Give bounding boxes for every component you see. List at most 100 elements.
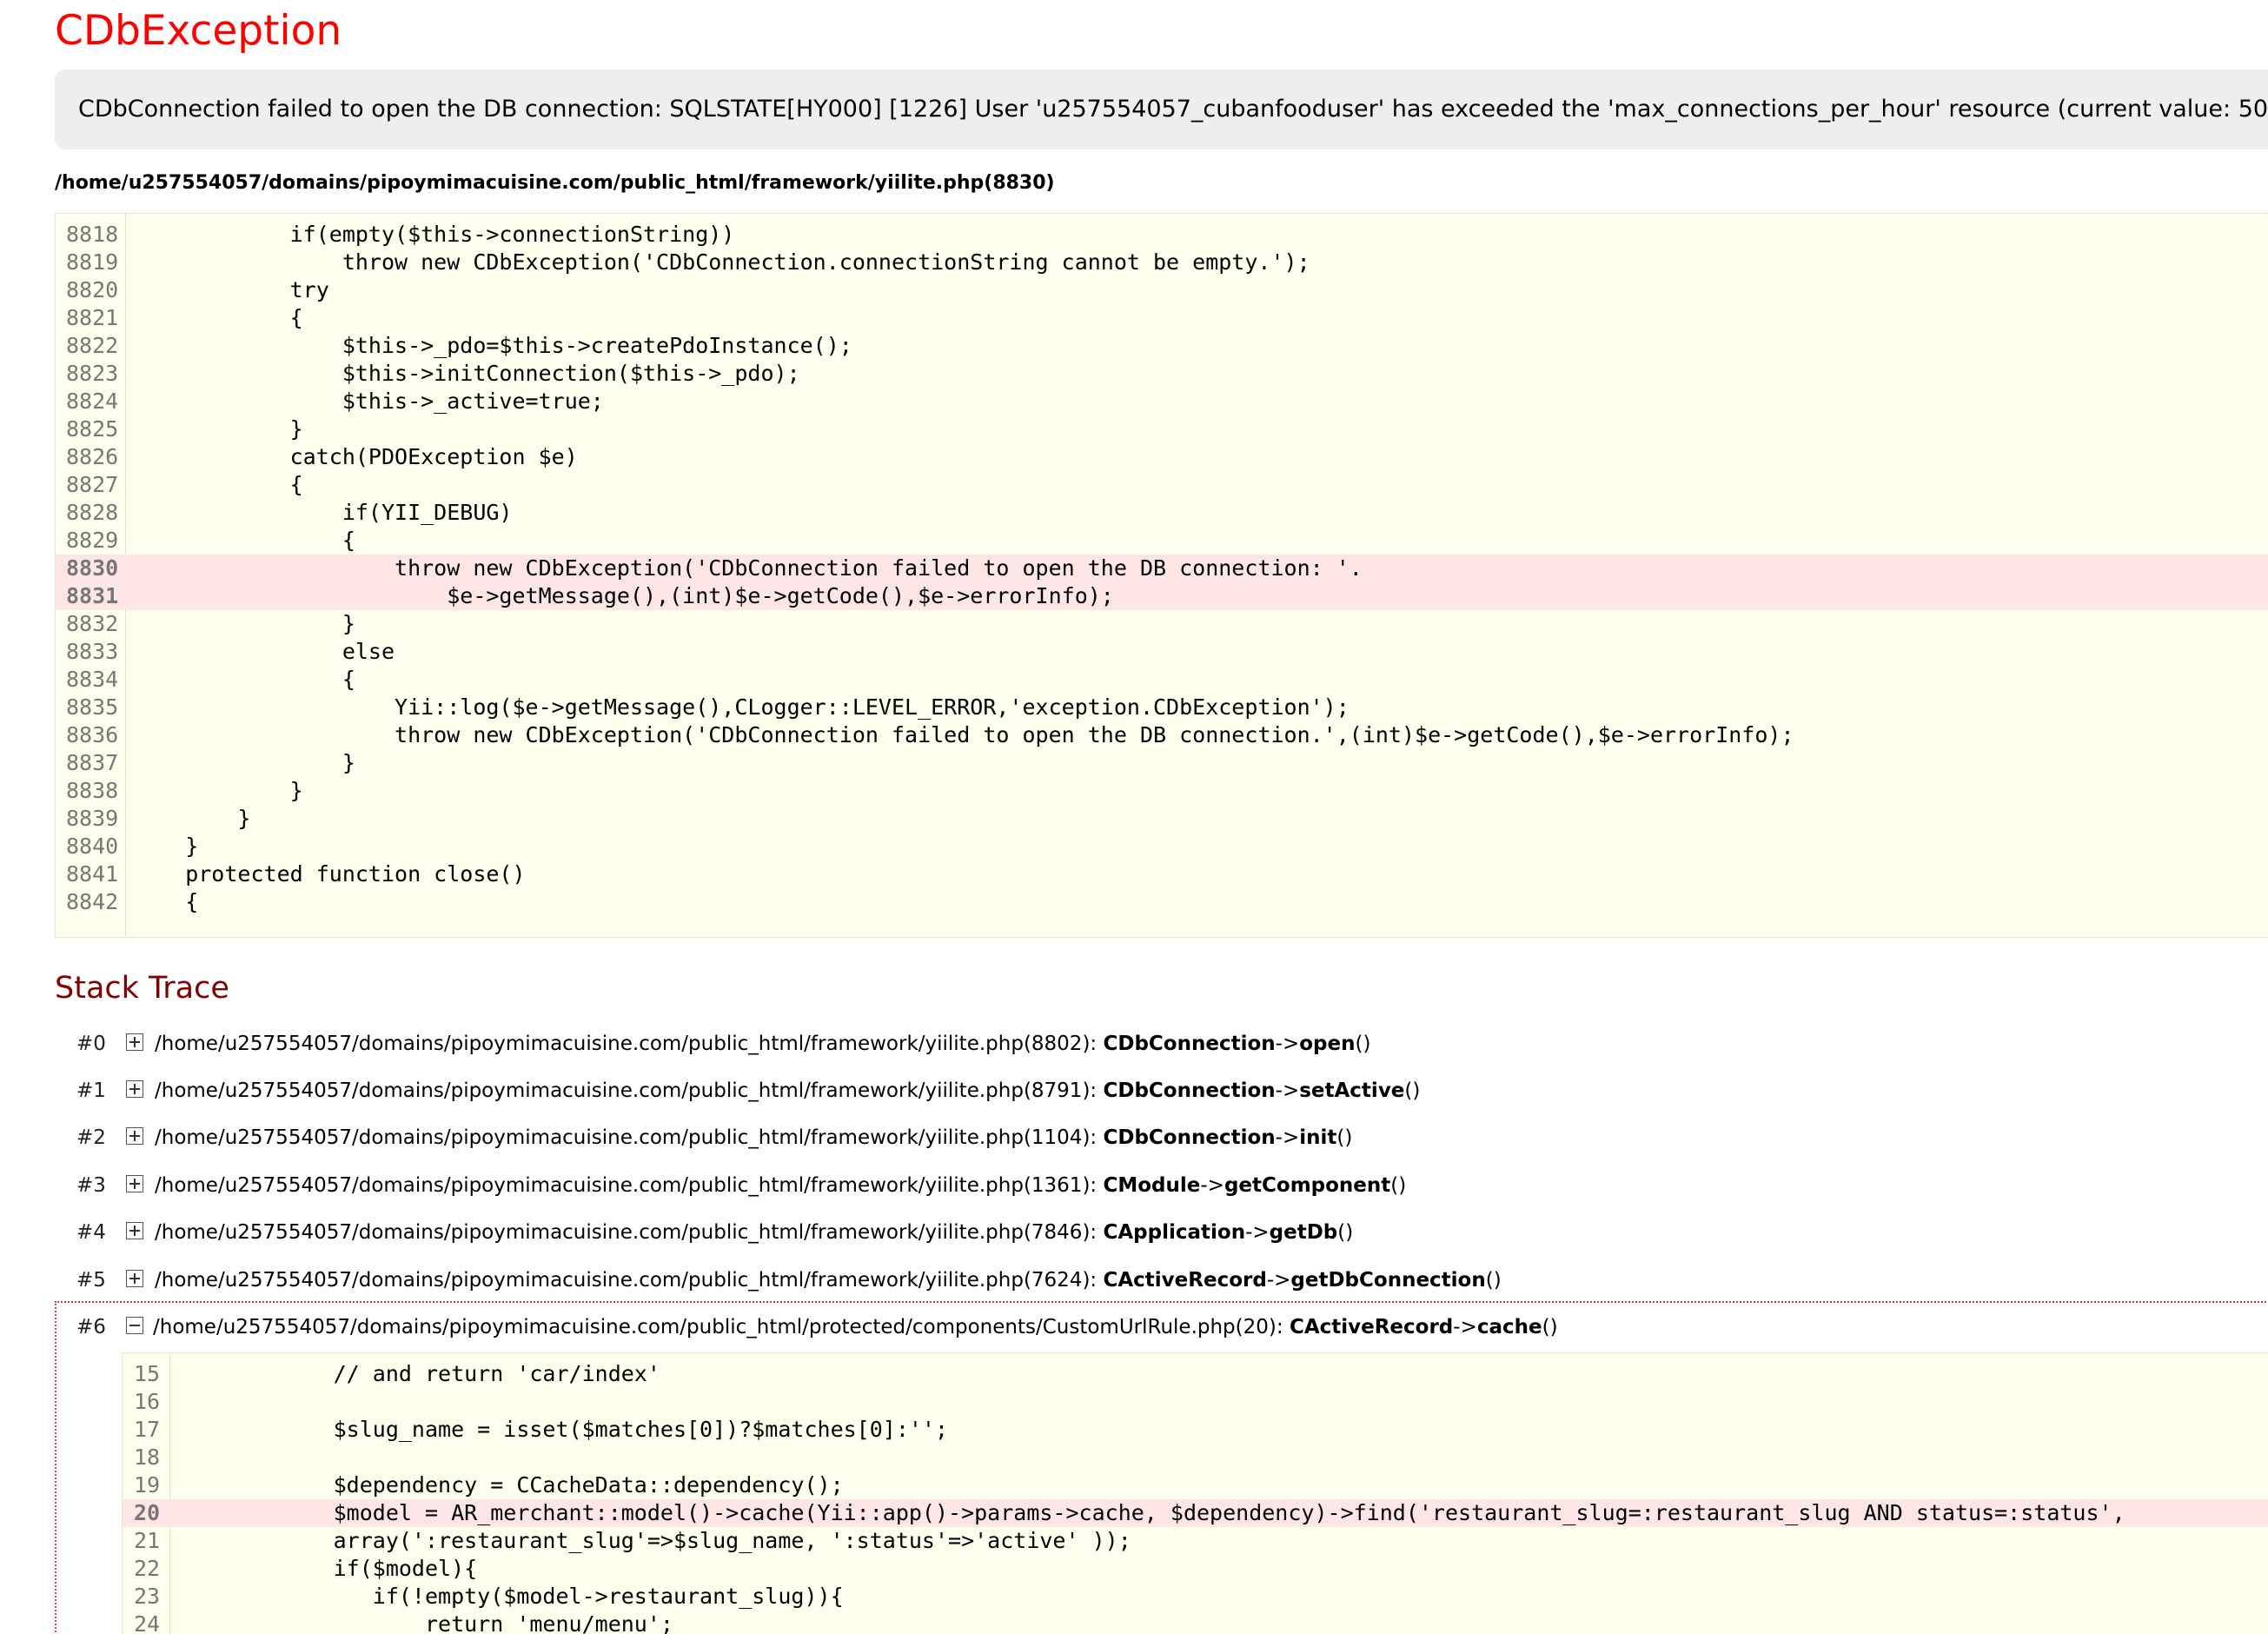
frame-file: /home/u257554057/domains/pipoymimacuisin…	[155, 1174, 1104, 1197]
line-number: 8839	[66, 806, 119, 831]
frame-number: #4	[76, 1221, 106, 1244]
code-text: $model = AR_merchant::model()->cache(Yii…	[176, 1500, 2125, 1525]
line-number: 8831	[66, 583, 119, 608]
frame-method: setActive	[1299, 1079, 1405, 1102]
code-text: throw new CDbException('CDbConnection fa…	[133, 555, 1363, 581]
frame-number: #5	[76, 1269, 106, 1292]
expand-icon[interactable]	[126, 1175, 143, 1192]
code-text: if($model){	[176, 1556, 478, 1581]
trace-frame[interactable]: #2 /home/u257554057/domains/pipoymimacui…	[55, 1115, 2268, 1160]
frame-args: ()	[1355, 1033, 1371, 1055]
code-line: 15 // and return 'car/index'	[123, 1360, 2268, 1388]
frame-source-code-block: 15 // and return 'car/index' 16 17 $slug…	[122, 1352, 2268, 1634]
code-line: 8841 protected function close()	[56, 860, 2268, 888]
frame-method: open	[1299, 1033, 1356, 1055]
code-text: else	[133, 639, 395, 664]
error-code-line: 20 $model = AR_merchant::model()->cache(…	[123, 1499, 2268, 1527]
line-number: 8830	[66, 555, 119, 581]
line-number: 18	[134, 1445, 161, 1470]
code-line: 18	[123, 1444, 2268, 1471]
expand-icon[interactable]	[126, 1270, 143, 1287]
frame-method: getDb	[1269, 1221, 1338, 1244]
error-title: CDbException	[55, 7, 342, 55]
frame-arrow: ->	[1245, 1221, 1270, 1244]
line-number: 19	[134, 1472, 161, 1498]
expand-icon[interactable]	[126, 1127, 143, 1145]
code-line: 16	[123, 1388, 2268, 1416]
line-number: 24	[134, 1611, 161, 1634]
frame-arrow: ->	[1275, 1079, 1300, 1102]
code-line: 8838 }	[56, 777, 2268, 805]
code-line: 8834 {	[56, 666, 2268, 694]
frame-arrow: ->	[1275, 1126, 1300, 1149]
code-text: protected function close()	[133, 861, 526, 887]
stack-trace-heading: Stack Trace	[55, 971, 229, 1006]
code-line: 8819 throw new CDbException('CDbConnecti…	[56, 249, 2268, 276]
code-text: catch(PDOException $e)	[133, 444, 578, 469]
code-line: 8822 $this->_pdo=$this->createPdoInstanc…	[56, 332, 2268, 360]
expand-icon[interactable]	[126, 1033, 143, 1051]
frame-args: ()	[1542, 1316, 1558, 1338]
frame-method: getComponent	[1224, 1174, 1391, 1197]
frame-args: ()	[1337, 1221, 1354, 1244]
frame-args: ()	[1485, 1269, 1502, 1292]
code-text: }	[133, 416, 303, 442]
code-text: if(empty($this->connectionString))	[133, 222, 735, 247]
source-code-block: 8818 if(empty($this->connectionString)) …	[55, 213, 2268, 938]
expand-icon[interactable]	[126, 1080, 143, 1098]
trace-frame[interactable]: #0 /home/u257554057/domains/pipoymimacui…	[55, 1021, 2268, 1066]
line-number: 8836	[66, 722, 119, 747]
frame-file: /home/u257554057/domains/pipoymimacuisin…	[153, 1316, 1290, 1338]
line-number: 8835	[66, 694, 119, 720]
line-number: 8826	[66, 444, 119, 469]
line-number: 8842	[66, 889, 119, 914]
frame-text: /home/u257554057/domains/pipoymimacuisin…	[155, 1258, 1502, 1303]
trace-frame[interactable]: #4 /home/u257554057/domains/pipoymimacui…	[55, 1210, 2268, 1255]
frame-arrow: ->	[1200, 1174, 1224, 1197]
frame-arrow: ->	[1453, 1316, 1477, 1338]
frame-text: /home/u257554057/domains/pipoymimacuisin…	[155, 1068, 1420, 1113]
line-number: 22	[134, 1556, 161, 1581]
frame-number: #3	[76, 1174, 106, 1197]
frame-text: /home/u257554057/domains/pipoymimacuisin…	[153, 1305, 1558, 1350]
frame-args: ()	[1404, 1079, 1421, 1102]
frame-text: /home/u257554057/domains/pipoymimacuisin…	[155, 1163, 1406, 1208]
line-number: 8822	[66, 333, 119, 358]
code-text: $this->initConnection($this->_pdo);	[133, 361, 800, 386]
code-text: // and return 'car/index'	[176, 1361, 660, 1386]
code-text: $dependency = CCacheData::dependency();	[176, 1472, 844, 1498]
code-line: 8842 {	[56, 888, 2268, 916]
code-line: 8827 {	[56, 471, 2268, 499]
collapse-icon[interactable]	[126, 1317, 143, 1334]
code-text: {	[133, 305, 303, 330]
trace-frame[interactable]: #6 /home/u257554057/domains/pipoymimacui…	[55, 1305, 2268, 1350]
code-text: if(YII_DEBUG)	[133, 500, 513, 525]
line-number: 8829	[66, 528, 119, 553]
frame-text: /home/u257554057/domains/pipoymimacuisin…	[155, 1021, 1370, 1066]
line-number: 8823	[66, 361, 119, 386]
frame-class: CDbConnection	[1103, 1033, 1276, 1055]
line-number: 8820	[66, 277, 119, 302]
code-text: if(!empty($model->restaurant_slug)){	[176, 1584, 844, 1609]
trace-frame[interactable]: #1 /home/u257554057/domains/pipoymimacui…	[55, 1068, 2268, 1113]
code-text: }	[133, 806, 251, 831]
code-text: {	[133, 667, 355, 692]
trace-frame[interactable]: #5 /home/u257554057/domains/pipoymimacui…	[55, 1258, 2268, 1303]
trace-frame[interactable]: #3 /home/u257554057/domains/pipoymimacui…	[55, 1163, 2268, 1208]
error-page: CDbException CDbConnection failed to ope…	[0, 0, 2268, 1634]
frame-class: CDbConnection	[1103, 1079, 1276, 1102]
line-number: 16	[134, 1389, 161, 1414]
code-line: 8832 }	[56, 610, 2268, 638]
line-number: 8840	[66, 834, 119, 859]
frame-file: /home/u257554057/domains/pipoymimacuisin…	[155, 1033, 1104, 1055]
code-line: 8836 throw new CDbException('CDbConnecti…	[56, 721, 2268, 749]
code-line: 8840 }	[56, 833, 2268, 860]
frame-file: /home/u257554057/domains/pipoymimacuisin…	[155, 1079, 1104, 1102]
code-line: 8820 try	[56, 276, 2268, 304]
error-message: CDbConnection failed to open the DB conn…	[55, 70, 2268, 149]
code-text: {	[133, 472, 303, 497]
expand-icon[interactable]	[126, 1222, 143, 1239]
frame-arrow: ->	[1275, 1033, 1300, 1055]
frame-class: CApplication	[1103, 1221, 1246, 1244]
frame-number: #2	[76, 1126, 106, 1149]
